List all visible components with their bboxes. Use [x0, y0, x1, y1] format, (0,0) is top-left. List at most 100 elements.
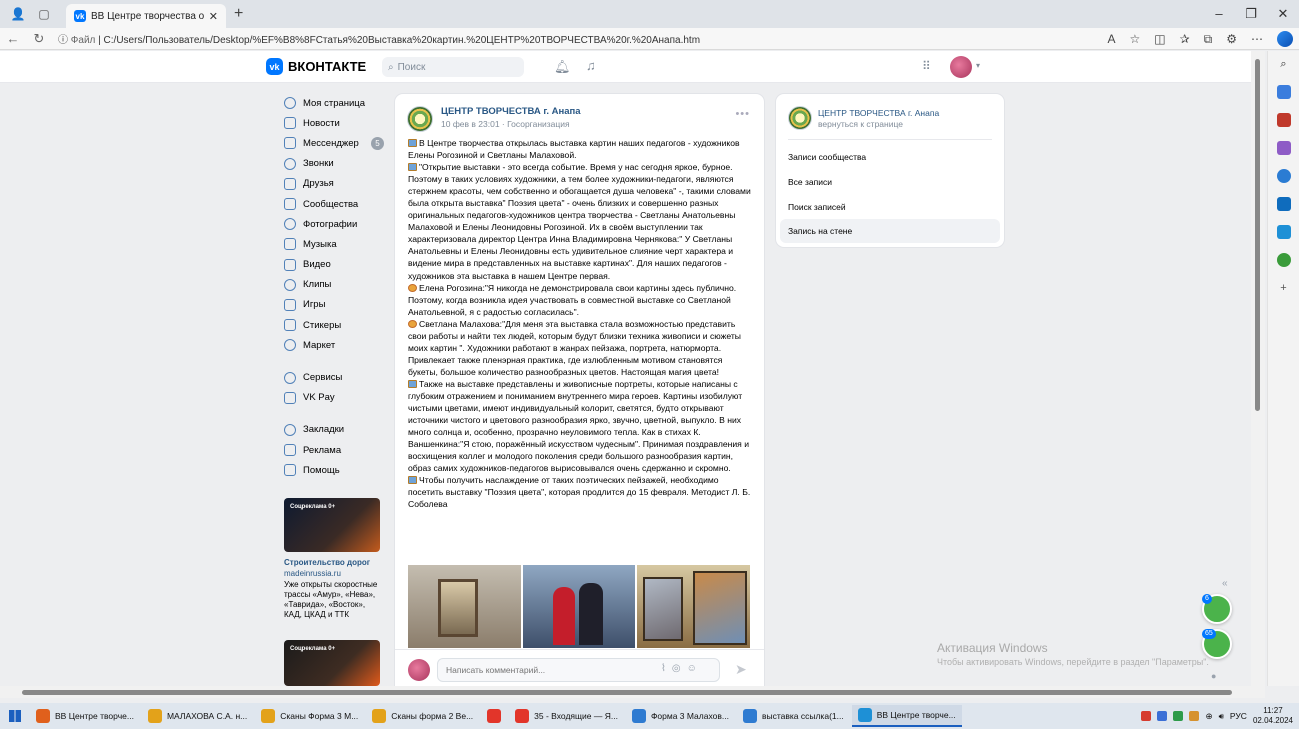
- close-window-button[interactable]: ✕: [1267, 0, 1299, 28]
- post-photo[interactable]: [408, 565, 521, 648]
- ad-banner-image[interactable]: Соцреклама 0+: [284, 498, 380, 552]
- tray-app-icon[interactable]: [1189, 711, 1200, 721]
- language-indicator[interactable]: РУС: [1230, 711, 1247, 721]
- taskbar-item[interactable]: выставка ссылка(1...: [737, 705, 850, 727]
- more-menu-icon[interactable]: ⋯: [1251, 32, 1263, 46]
- tree-icon[interactable]: [1276, 253, 1291, 267]
- vertical-scrollbar[interactable]: [1251, 51, 1265, 686]
- copilot-icon[interactable]: [1277, 31, 1293, 47]
- menu-item-help[interactable]: Помощь: [284, 460, 384, 480]
- volume-icon[interactable]: 🔊︎: [1219, 711, 1224, 722]
- url-field[interactable]: ⓘ Файл | C:/Users/Пользователь/Desktop/%…: [58, 31, 958, 46]
- collections-icon[interactable]: ⧉: [1204, 32, 1213, 47]
- menu-item-vkpay[interactable]: VK Pay: [284, 388, 384, 408]
- ad-site[interactable]: madeinrussia.ru: [284, 569, 341, 578]
- menu-item-games[interactable]: Игры: [284, 295, 384, 315]
- people-icon[interactable]: [1276, 141, 1291, 155]
- profile-icon[interactable]: 👤: [10, 6, 26, 22]
- taskbar-item[interactable]: Сканы форма 2 Ве...: [366, 705, 479, 727]
- menu-item-market[interactable]: Маркет: [284, 335, 384, 355]
- send-icon[interactable]: ➤: [735, 661, 747, 678]
- tray-app-icon[interactable]: [1141, 711, 1152, 721]
- attach-icon[interactable]: ⌇: [661, 663, 666, 674]
- search-icon[interactable]: ⌕: [1277, 57, 1291, 71]
- extensions-icon[interactable]: ⚙: [1226, 32, 1237, 46]
- outlook-icon[interactable]: [1276, 197, 1291, 211]
- chat-options-icon[interactable]: ●: [1211, 671, 1216, 681]
- scroll-thumb[interactable]: [22, 690, 1232, 695]
- chat-bubble[interactable]: 65: [1202, 629, 1232, 659]
- translate-icon[interactable]: [1276, 225, 1291, 239]
- favorites-icon[interactable]: ✰: [1180, 32, 1190, 46]
- filter-all-posts[interactable]: Все записи: [780, 170, 1000, 194]
- add-icon[interactable]: +: [1277, 281, 1291, 295]
- scroll-thumb[interactable]: [1255, 59, 1260, 411]
- start-button[interactable]: [0, 703, 30, 729]
- menu-item-video[interactable]: Видео: [284, 255, 384, 275]
- tab-close-icon[interactable]: ✕: [209, 10, 218, 23]
- menu-item-ads[interactable]: Реклама: [284, 440, 384, 460]
- taskbar-item[interactable]: Форма 3 Малахов...: [626, 705, 735, 727]
- restore-button[interactable]: ❐: [1235, 0, 1267, 28]
- taskbar-item[interactable]: 35 - Входящие — Я...: [509, 705, 624, 727]
- ad-title[interactable]: Строительство дорог: [284, 558, 370, 567]
- notifications-bell-icon[interactable]: 🔔︎: [554, 59, 571, 75]
- emoji-icon[interactable]: ☺: [687, 663, 697, 674]
- filter-wall-post[interactable]: Запись на стене: [780, 219, 1000, 243]
- browser-tab[interactable]: vk ВВ Центре творчества откры ✕: [66, 4, 226, 28]
- music-note-icon[interactable]: ♫: [586, 58, 596, 73]
- reload-button[interactable]: ↻: [26, 31, 52, 47]
- menu-item-stickers[interactable]: Стикеры: [284, 315, 384, 335]
- filter-search-posts[interactable]: Поиск записей: [780, 195, 1000, 219]
- community-avatar[interactable]: [407, 106, 433, 132]
- split-screen-icon[interactable]: ◫: [1154, 32, 1165, 46]
- menu-item-clips[interactable]: Клипы: [284, 275, 384, 295]
- minimize-button[interactable]: –: [1203, 0, 1235, 28]
- workspaces-icon[interactable]: ▢: [36, 6, 52, 22]
- post-author[interactable]: ЦЕНТР ТВОРЧЕСТВА г. Анапа: [441, 106, 581, 117]
- camera-icon[interactable]: ◎: [672, 663, 681, 674]
- read-aloud-icon[interactable]: A: [1107, 32, 1115, 46]
- vk-logo[interactable]: vk ВКОНТАКТЕ: [266, 58, 366, 75]
- community-avatar-small[interactable]: [788, 106, 812, 130]
- filter-community-posts[interactable]: Записи сообщества: [780, 145, 1000, 169]
- taskbar-item[interactable]: [481, 705, 507, 727]
- menu-item-services[interactable]: Сервисы: [284, 367, 384, 387]
- menu-item-message[interactable]: Мессенджер 5: [284, 133, 384, 153]
- chevron-down-icon[interactable]: ▾: [976, 61, 980, 70]
- back-to-page-link[interactable]: вернуться к странице: [818, 119, 903, 129]
- network-icon[interactable]: ⊕: [1205, 711, 1212, 722]
- circle-icon[interactable]: [1276, 169, 1291, 183]
- ad-banner-image-2[interactable]: Соцреклама 0+: [284, 640, 380, 686]
- tray-app-icon[interactable]: [1157, 711, 1168, 721]
- new-tab-button[interactable]: +: [234, 5, 243, 23]
- post-photo[interactable]: [637, 565, 751, 648]
- chat-bubble[interactable]: 6: [1202, 594, 1232, 624]
- shopping-icon[interactable]: [1276, 113, 1291, 127]
- menu-item-news[interactable]: Новости: [284, 113, 384, 133]
- menu-item-photo[interactable]: Фотографии: [284, 214, 384, 234]
- favorite-star-icon[interactable]: ☆: [1129, 32, 1140, 46]
- taskbar-item[interactable]: ВВ Центре творче...: [30, 705, 140, 727]
- menu-item-friends[interactable]: Друзья: [284, 174, 384, 194]
- tray-app-icon[interactable]: [1173, 711, 1184, 721]
- community-name-link[interactable]: ЦЕНТР ТВОРЧЕСТВА г. Анапа: [818, 108, 939, 118]
- user-avatar[interactable]: [950, 56, 972, 78]
- tag-icon[interactable]: [1276, 85, 1291, 99]
- chevron-left-icon[interactable]: «: [1222, 578, 1228, 589]
- taskbar-item[interactable]: ВВ Центре творче...: [851, 705, 962, 727]
- menu-item-user[interactable]: Моя страница: [284, 93, 384, 113]
- apps-grid-icon[interactable]: ⠿: [922, 59, 931, 73]
- post-more-icon[interactable]: •••: [735, 108, 750, 120]
- horizontal-scrollbar[interactable]: [0, 686, 1265, 698]
- menu-item-phone[interactable]: Звонки: [284, 154, 384, 174]
- menu-item-groups[interactable]: Сообщества: [284, 194, 384, 214]
- taskbar-item[interactable]: Сканы Форма 3 М...: [255, 705, 364, 727]
- clock[interactable]: 11:27 02.04.2024: [1253, 706, 1293, 726]
- post-photo[interactable]: [522, 565, 636, 648]
- back-button[interactable]: ←: [0, 31, 26, 46]
- search-input[interactable]: ⌕ Поиск: [382, 57, 524, 77]
- menu-item-bookmark[interactable]: Закладки: [284, 420, 384, 440]
- taskbar-item[interactable]: МАЛАХОВА С.А. н...: [142, 705, 253, 727]
- menu-item-music[interactable]: Музыка: [284, 234, 384, 254]
